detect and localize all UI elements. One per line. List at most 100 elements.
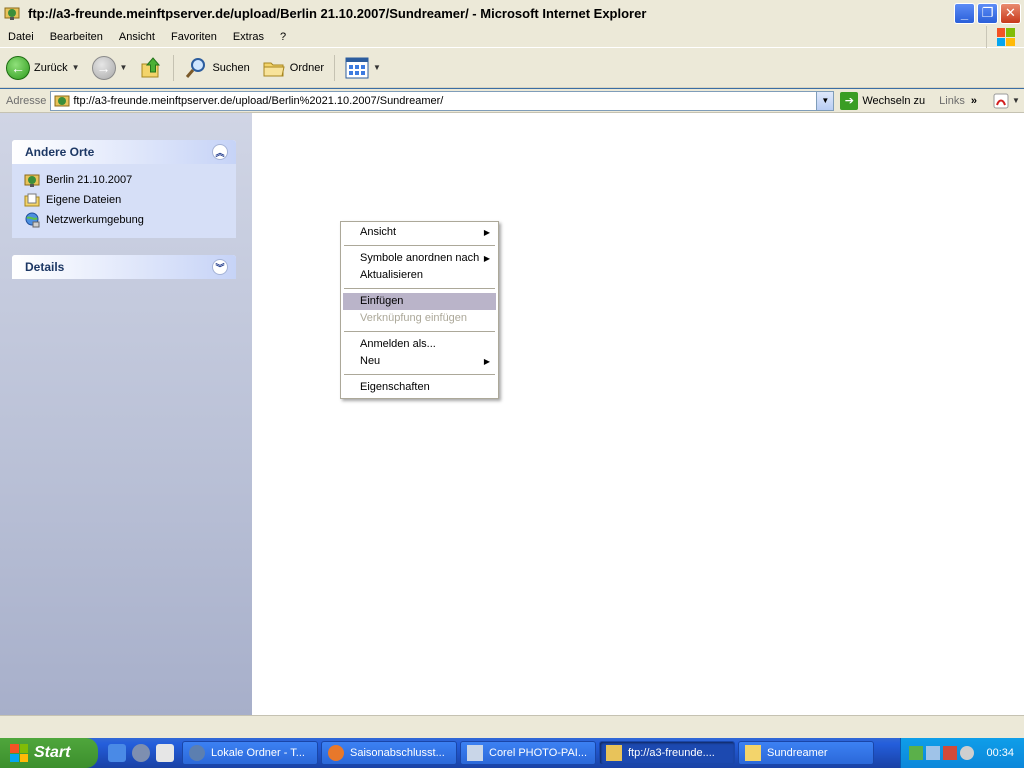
chevron-right-icon[interactable]: » <box>971 95 977 107</box>
acrobat-button[interactable]: ▼ <box>993 93 1020 109</box>
menu-file[interactable]: Datei <box>0 31 42 43</box>
ftp-folder-icon <box>606 745 622 761</box>
quick-launch <box>108 744 174 762</box>
close-button[interactable]: ✕ <box>1000 2 1021 24</box>
ctx-item-paste-shortcut[interactable]: Verknüpfung einfügen <box>343 310 496 327</box>
ctx-item-login-as[interactable]: Anmelden als... <box>343 336 496 353</box>
other-places-title: Andere Orte <box>25 145 95 159</box>
ftp-folder-icon <box>24 174 40 187</box>
menu-separator <box>344 374 495 375</box>
minimize-button[interactable]: _ <box>954 2 975 24</box>
ctx-item-paste[interactable]: Einfügen <box>343 293 496 310</box>
place-item-network[interactable]: Netzwerkumgebung <box>24 210 226 230</box>
collapse-up-icon[interactable]: ︽ <box>212 144 228 160</box>
network-disconnected-icon[interactable] <box>943 746 957 760</box>
chevron-down-icon: ▼ <box>821 96 830 105</box>
forward-button[interactable]: → ▼ <box>86 53 134 83</box>
volume-icon[interactable] <box>926 746 940 760</box>
forward-dropdown-icon[interactable]: ▼ <box>120 63 128 72</box>
minimize-icon: _ <box>960 5 969 21</box>
place-item-documents[interactable]: Eigene Dateien <box>24 190 226 210</box>
back-button[interactable]: ← Zurück ▼ <box>0 53 86 83</box>
go-button[interactable]: ➔ Wechseln zu <box>840 91 926 110</box>
menu-separator <box>344 288 495 289</box>
views-button[interactable]: ▼ <box>339 54 387 82</box>
window-title: ftp://a3-freunde.meinftpserver.de/upload… <box>28 5 647 21</box>
place-item-berlin[interactable]: Berlin 21.10.2007 <box>24 170 226 190</box>
start-button[interactable]: Start <box>0 738 98 768</box>
forward-arrow-icon: → <box>91 55 116 80</box>
task-label: Saisonabschlusst... <box>350 747 445 759</box>
other-places-panel: Andere Orte ︽ Berlin 21.10.2007 Eigene D… <box>12 140 236 238</box>
network-icon <box>25 212 40 228</box>
address-dropdown-button[interactable]: ▼ <box>816 91 834 110</box>
task-corel[interactable]: Corel PHOTO-PAI... <box>460 741 596 765</box>
task-label: Corel PHOTO-PAI... <box>489 747 588 759</box>
address-input[interactable]: ftp://a3-freunde.meinftpserver.de/upload… <box>50 90 835 111</box>
task-label: Lokale Ordner - T... <box>211 747 305 759</box>
menu-view[interactable]: Ansicht <box>111 31 163 43</box>
menu-edit[interactable]: Bearbeiten <box>42 31 111 43</box>
ctx-item-label: Anmelden als... <box>360 338 436 350</box>
search-icon <box>186 57 206 78</box>
ctx-item-label: Einfügen <box>360 295 404 307</box>
place-item-label: Netzwerkumgebung <box>46 214 144 226</box>
address-url: ftp://a3-freunde.meinftpserver.de/upload… <box>73 94 444 107</box>
links-label[interactable]: Links <box>939 95 965 107</box>
security-icon[interactable] <box>960 746 974 760</box>
toolbar-separator <box>173 54 175 81</box>
folders-button[interactable]: Ordner <box>256 53 330 83</box>
ctx-item-label: Neu <box>360 355 381 367</box>
views-dropdown-icon[interactable]: ▼ <box>373 63 381 72</box>
task-sundreamer[interactable]: Sundreamer <box>738 741 874 765</box>
toolbar-separator <box>334 54 336 81</box>
menu-separator <box>344 245 495 246</box>
ctx-item-refresh[interactable]: Aktualisieren <box>343 267 496 284</box>
context-menu: Ansicht ▶ Symbole anordnen nach ▶ Aktual… <box>340 221 499 399</box>
restore-button[interactable]: ❐ <box>977 2 998 24</box>
ctx-item-view[interactable]: Ansicht ▶ <box>343 224 496 241</box>
go-label: Wechseln zu <box>862 94 926 107</box>
go-arrow-icon: ➔ <box>840 91 859 110</box>
details-title: Details <box>25 260 65 274</box>
thunderbird-icon <box>189 745 205 761</box>
folders-label: Ordner <box>289 61 325 74</box>
place-item-label: Eigene Dateien <box>46 194 122 206</box>
address-bar: Adresse ftp://a3-freunde.meinftpserver.d… <box>0 89 1024 113</box>
ctx-item-label: Aktualisieren <box>360 269 423 281</box>
windows-logo-icon <box>986 26 1024 48</box>
details-header[interactable]: Details ︾ <box>12 255 236 279</box>
submenu-arrow-icon: ▶ <box>483 254 490 263</box>
up-button[interactable] <box>133 53 169 83</box>
ctx-item-properties[interactable]: Eigenschaften <box>343 379 496 396</box>
folder-icon <box>745 745 761 761</box>
task-thunderbird[interactable]: Lokale Ordner - T... <box>182 741 318 765</box>
start-label: Start <box>34 744 71 761</box>
show-desktop-icon[interactable] <box>156 744 174 762</box>
documents-folder-icon <box>24 193 40 207</box>
network-tray-icon[interactable] <box>909 746 923 760</box>
task-ftp-explorer[interactable]: ftp://a3-freunde.... <box>599 741 735 765</box>
folder-content-area[interactable] <box>252 113 1024 715</box>
ctx-item-label: Symbole anordnen nach <box>360 252 480 264</box>
menu-tools[interactable]: Extras <box>225 31 272 43</box>
search-button[interactable]: Suchen <box>178 53 255 83</box>
ctx-item-new[interactable]: Neu ▶ <box>343 353 496 370</box>
media-player-icon[interactable] <box>132 744 150 762</box>
ftp-folder-icon <box>54 95 70 106</box>
other-places-header[interactable]: Andere Orte ︽ <box>12 140 236 164</box>
menu-favorites[interactable]: Favoriten <box>163 31 225 43</box>
place-item-label: Berlin 21.10.2007 <box>46 174 133 186</box>
ctx-item-arrange-icons[interactable]: Symbole anordnen nach ▶ <box>343 250 496 267</box>
ctx-item-label: Ansicht <box>360 226 397 238</box>
close-icon: ✕ <box>1005 5 1016 20</box>
ie-icon[interactable] <box>108 744 126 762</box>
menu-help[interactable]: ? <box>272 31 294 43</box>
firefox-icon <box>328 745 344 761</box>
corel-icon <box>467 745 483 761</box>
back-dropdown-icon[interactable]: ▼ <box>72 63 80 72</box>
windows-flag-icon <box>10 744 28 762</box>
task-firefox[interactable]: Saisonabschlusst... <box>321 741 457 765</box>
expand-down-icon[interactable]: ︾ <box>212 259 228 275</box>
ctx-item-label: Eigenschaften <box>360 381 430 393</box>
